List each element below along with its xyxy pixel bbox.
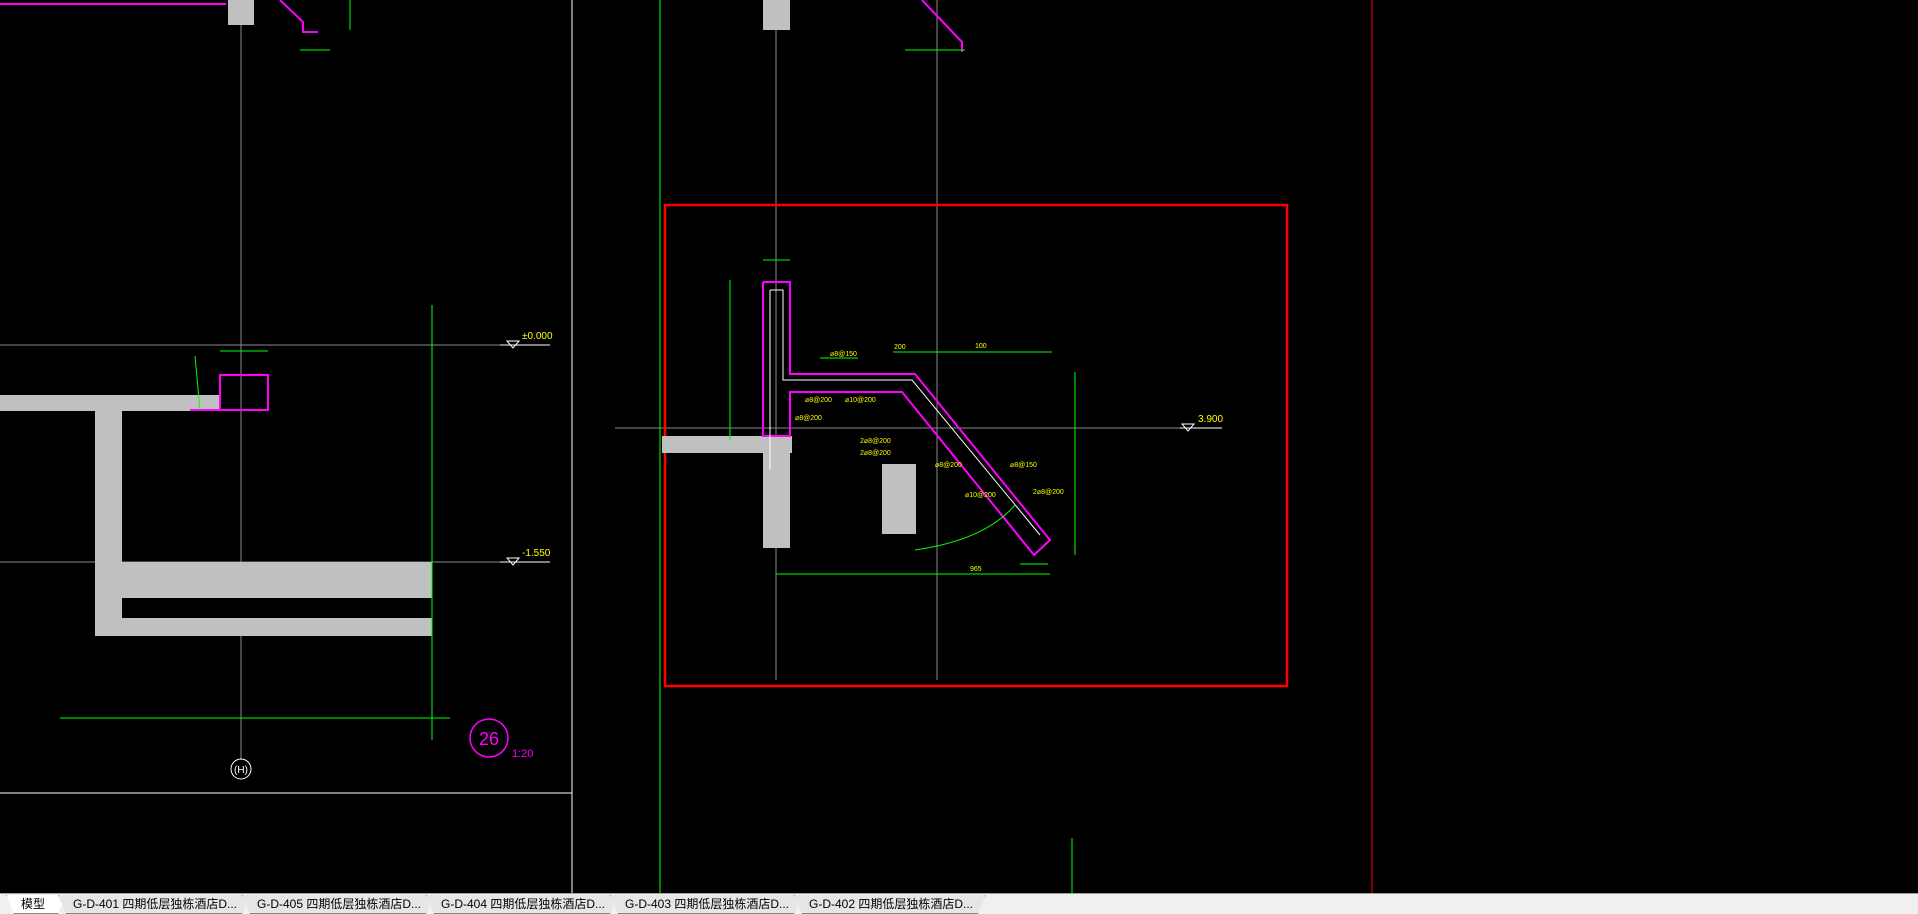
rebar-label: 2⌀8@200 [860, 438, 891, 445]
detail-number: 26 [479, 729, 499, 749]
level-label-right: 3.900 [1198, 414, 1223, 425]
rebar-label: 2⌀8@200 [1033, 489, 1064, 496]
dimension-text: 100 [975, 343, 987, 350]
level-label-bottom: -1.550 [522, 548, 551, 559]
rebar [279, 0, 318, 33]
layout-tab-bar: 模型 G-D-401 四期低层独栋酒店D... G-D-405 四期低层独栋酒店… [0, 893, 1918, 914]
rebar-label: ⌀8@200 [805, 397, 832, 404]
rebar-label: ⌀8@200 [795, 415, 822, 422]
level-label-top: ±0.000 [522, 331, 553, 342]
tab-layout-g-d-402[interactable]: G-D-402 四期低层独栋酒店D... [794, 895, 986, 914]
tab-layout-g-d-405[interactable]: G-D-405 四期低层独栋酒店D... [242, 895, 434, 914]
tab-layout-g-d-401[interactable]: G-D-401 四期低层独栋酒店D... [58, 895, 250, 914]
footing-void [122, 598, 432, 618]
concrete-wall [763, 436, 790, 548]
tab-model[interactable]: 模型 [6, 895, 66, 914]
concrete-section [763, 0, 790, 30]
rebar-label: ⌀10@200 [845, 397, 876, 404]
rebar-curb [219, 374, 269, 411]
rebar [921, 0, 963, 52]
concrete-upstand [882, 464, 916, 534]
detail-scale: 1:20 [512, 748, 533, 760]
rebar-label: ⌀10@200 [965, 492, 996, 499]
cad-drawing[interactable]: ±0.000 -1.550 26 1:20 (H) ⌀8@150 ⌀8@200 … [0, 0, 1918, 893]
rebar-label: ⌀8@150 [830, 351, 857, 358]
tab-layout-g-d-403[interactable]: G-D-403 四期低层独栋酒店D... [610, 895, 802, 914]
rebar-label: 2⌀8@200 [860, 450, 891, 457]
axis-bubble-label: (H) [234, 765, 248, 776]
dimension-text: 965 [970, 566, 982, 573]
rebar-label: ⌀8@200 [935, 462, 962, 469]
rebar-label: ⌀8@150 [1010, 462, 1037, 469]
concrete-section [228, 0, 254, 25]
cad-model-space[interactable]: ±0.000 -1.550 26 1:20 (H) ⌀8@150 ⌀8@200 … [0, 0, 1918, 893]
tab-layout-g-d-404[interactable]: G-D-404 四期低层独栋酒店D... [426, 895, 618, 914]
dimension-text: 200 [894, 344, 906, 351]
